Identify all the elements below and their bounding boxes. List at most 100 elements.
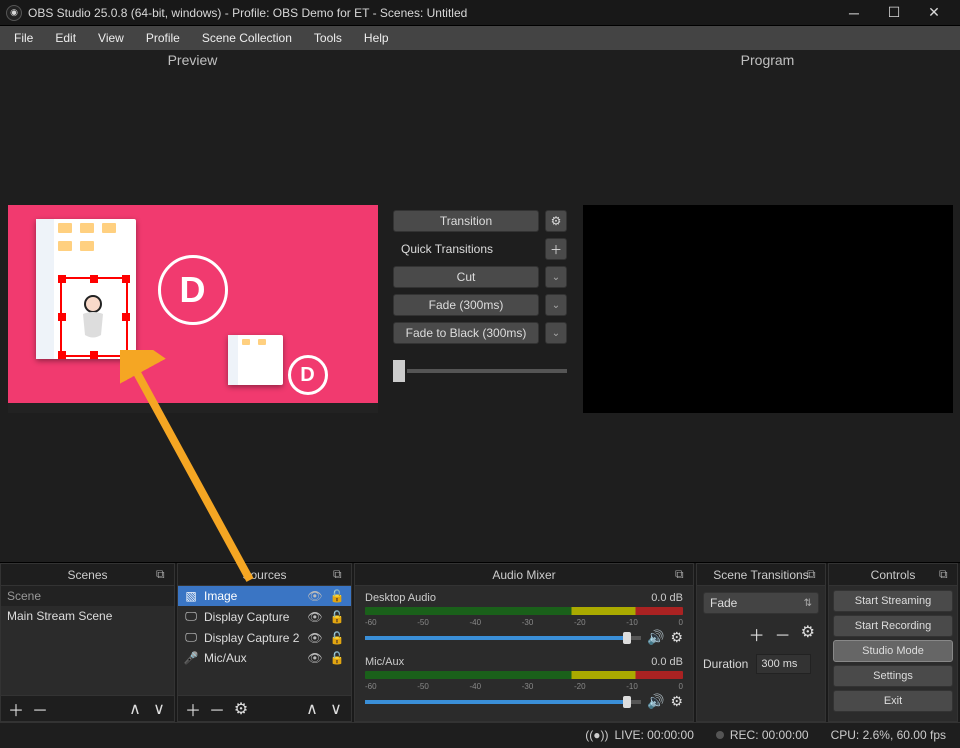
mic-icon: 🎤: [184, 651, 198, 665]
program-canvas[interactable]: [583, 205, 953, 413]
add-quick-transition-button[interactable]: ＋: [545, 238, 567, 260]
display-icon: 🖵: [184, 609, 198, 624]
duration-label: Duration: [703, 657, 748, 671]
volume-slider[interactable]: [365, 636, 641, 640]
rec-time: REC: 00:00:00: [730, 728, 809, 742]
remove-transition-button[interactable]: －: [775, 622, 791, 646]
mixer-channel-desktop-audio: Desktop Audio 0.0 dB -60-50-40-30-20-100…: [365, 592, 683, 646]
speaker-icon[interactable]: 🔊: [647, 629, 664, 646]
remove-source-button[interactable]: －: [208, 700, 226, 718]
broadcast-icon: ((●)): [585, 728, 608, 742]
maximize-button[interactable]: ☐: [874, 0, 914, 26]
menu-scene-collection[interactable]: Scene Collection: [192, 28, 302, 48]
menu-profile[interactable]: Profile: [136, 28, 190, 48]
record-dot-icon: [716, 731, 724, 739]
meter-bar: [365, 671, 683, 679]
source-item-display-capture[interactable]: 🖵 Display Capture 👁 🔓: [178, 606, 351, 627]
add-scene-button[interactable]: ＋: [7, 700, 25, 718]
rec-status: REC: 00:00:00: [716, 728, 809, 742]
preview-window-2: [228, 335, 283, 385]
visibility-toggle-icon[interactable]: 👁: [307, 589, 323, 603]
studio-mode-button[interactable]: Studio Mode: [833, 640, 953, 662]
transition-button[interactable]: Transition: [393, 210, 539, 232]
controls-dock: Controls ⧉ Start Streaming Start Recordi…: [828, 563, 958, 722]
source-name: Display Capture 2: [204, 631, 301, 645]
t-bar-slider[interactable]: [393, 360, 567, 382]
menu-help[interactable]: Help: [354, 28, 399, 48]
channel-name: Mic/Aux: [365, 656, 404, 668]
scenes-title: Scenes: [67, 568, 107, 582]
start-streaming-button[interactable]: Start Streaming: [833, 590, 953, 612]
chevron-down-icon[interactable]: ⌄: [545, 266, 567, 288]
audio-mixer-dock: Audio Mixer ⧉ Desktop Audio 0.0 dB -60-5…: [354, 563, 694, 722]
preview-canvas[interactable]: D D: [8, 205, 378, 413]
menu-tools[interactable]: Tools: [304, 28, 352, 48]
selection-box[interactable]: [60, 277, 128, 357]
close-button[interactable]: ✕: [914, 0, 954, 26]
speaker-icon[interactable]: 🔊: [647, 693, 664, 710]
gear-icon[interactable]: ⚙: [670, 693, 683, 710]
remove-scene-button[interactable]: －: [31, 700, 49, 718]
lock-toggle-icon[interactable]: 🔓: [329, 651, 345, 665]
source-settings-button[interactable]: ⚙: [232, 700, 250, 718]
move-scene-up-button[interactable]: ∧: [126, 700, 144, 718]
image-icon: ▧: [184, 589, 198, 603]
minimize-button[interactable]: ─: [834, 0, 874, 26]
scene-item[interactable]: Main Stream Scene: [1, 606, 174, 626]
source-item-display-capture-2[interactable]: 🖵 Display Capture 2 👁 🔓: [178, 627, 351, 648]
mixer-channel-mic-aux: Mic/Aux 0.0 dB -60-50-40-30-20-100 🔊 ⚙: [365, 656, 683, 710]
titlebar: ◉ OBS Studio 25.0.8 (64-bit, windows) - …: [0, 0, 960, 26]
source-item-image[interactable]: ▧ Image 👁 🔓: [178, 586, 351, 606]
add-source-button[interactable]: ＋: [184, 700, 202, 718]
popout-icon[interactable]: ⧉: [807, 567, 821, 581]
popout-icon[interactable]: ⧉: [939, 567, 953, 581]
visibility-toggle-icon[interactable]: 👁: [307, 610, 323, 624]
transition-type-combo[interactable]: Fade ⇅: [703, 592, 819, 614]
quick-transition-fade-black[interactable]: Fade to Black (300ms): [393, 322, 539, 344]
popout-icon[interactable]: ⧉: [333, 567, 347, 581]
popout-icon[interactable]: ⧉: [156, 567, 170, 581]
channel-level: 0.0 dB: [651, 656, 683, 668]
menu-file[interactable]: File: [4, 28, 43, 48]
chevron-down-icon[interactable]: ⌄: [545, 322, 567, 344]
db-scale: -60-50-40-30-20-100: [365, 618, 683, 627]
lock-toggle-icon[interactable]: 🔓: [329, 589, 345, 603]
move-source-down-button[interactable]: ∨: [327, 700, 345, 718]
lock-toggle-icon[interactable]: 🔓: [329, 610, 345, 624]
move-scene-down-button[interactable]: ∨: [150, 700, 168, 718]
move-source-up-button[interactable]: ∧: [303, 700, 321, 718]
channel-level: 0.0 dB: [651, 592, 683, 604]
scenes-dock: Scenes ⧉ Scene Main Stream Scene ＋ － ∧ ∨: [0, 563, 175, 722]
chevron-down-icon[interactable]: ⌄: [545, 294, 567, 316]
sources-dock: Sources ⧉ ▧ Image 👁 🔓 🖵 Display Capture …: [177, 563, 352, 722]
updown-icon: ⇅: [804, 598, 812, 609]
exit-button[interactable]: Exit: [833, 690, 953, 712]
preview-taskbar: [8, 403, 378, 413]
transitions-title: Scene Transitions: [713, 568, 808, 582]
settings-button[interactable]: Settings: [833, 665, 953, 687]
menu-view[interactable]: View: [88, 28, 134, 48]
visibility-toggle-icon[interactable]: 👁: [307, 651, 323, 665]
preview-logo-d-1: D: [158, 255, 228, 325]
meter-bar: [365, 607, 683, 615]
volume-slider[interactable]: [365, 700, 641, 704]
dock-area: Scenes ⧉ Scene Main Stream Scene ＋ － ∧ ∨…: [0, 562, 960, 722]
menu-edit[interactable]: Edit: [45, 28, 86, 48]
transition-settings-button[interactable]: ⚙: [801, 622, 815, 646]
popout-icon[interactable]: ⧉: [675, 567, 689, 581]
source-item-mic-aux[interactable]: 🎤 Mic/Aux 👁 🔓: [178, 648, 351, 668]
quick-transition-fade[interactable]: Fade (300ms): [393, 294, 539, 316]
source-name: Image: [204, 589, 301, 603]
visibility-toggle-icon[interactable]: 👁: [307, 631, 323, 645]
cpu-status: CPU: 2.6%, 60.00 fps: [831, 728, 946, 742]
add-transition-button[interactable]: ＋: [749, 622, 765, 646]
live-time: LIVE: 00:00:00: [614, 728, 693, 742]
gear-icon[interactable]: ⚙: [670, 629, 683, 646]
start-recording-button[interactable]: Start Recording: [833, 615, 953, 637]
scenes-header: Scenes ⧉: [1, 564, 174, 586]
lock-toggle-icon[interactable]: 🔓: [329, 631, 345, 645]
duration-value: 300 ms: [761, 658, 797, 670]
quick-transition-cut[interactable]: Cut: [393, 266, 539, 288]
duration-input[interactable]: 300 ms: [756, 654, 811, 674]
transition-settings-icon[interactable]: ⚙: [545, 210, 567, 232]
